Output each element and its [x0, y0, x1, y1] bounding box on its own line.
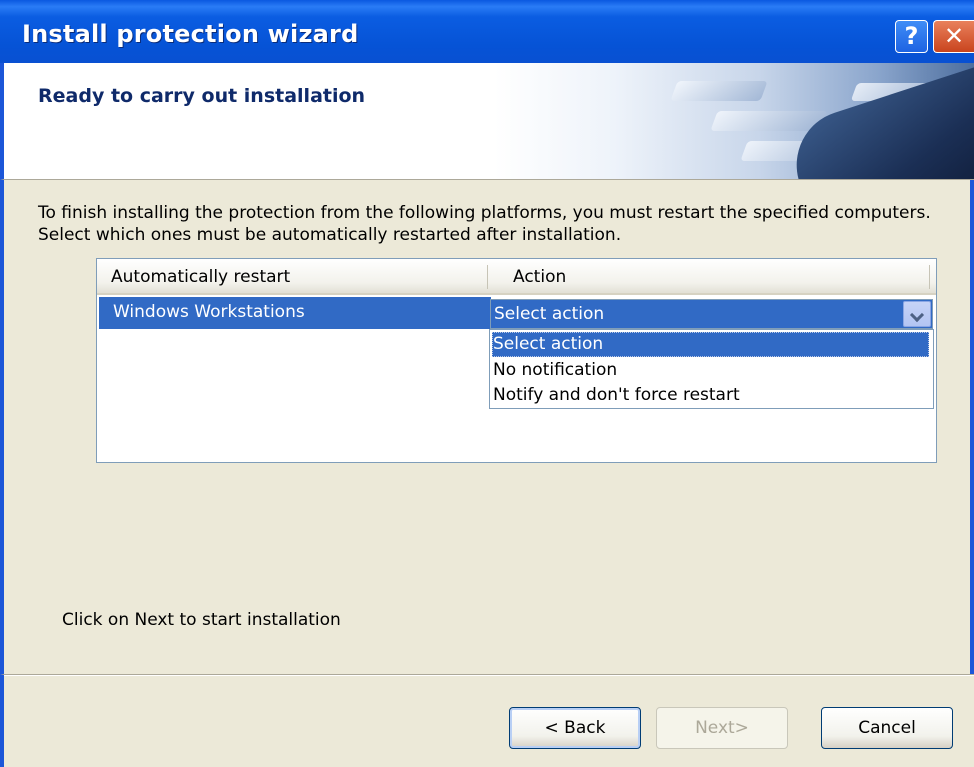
- help-icon: ?: [904, 22, 919, 50]
- page-title: Ready to carry out installation: [38, 85, 366, 107]
- divider: [4, 675, 974, 676]
- platform-list[interactable]: Automatically restart Action Windows Wor…: [96, 258, 937, 463]
- dropdown-option-select-action[interactable]: Select action: [492, 332, 929, 357]
- table-row[interactable]: Windows Workstations: [99, 297, 491, 329]
- column-header-action[interactable]: Action: [513, 267, 566, 287]
- action-dropdown-list: Select action No notification Notify and…: [489, 329, 934, 409]
- wizard-body: To finish installing the protection from…: [0, 180, 974, 674]
- dropdown-option-notify-no-force[interactable]: Notify and don't force restart: [492, 383, 929, 408]
- column-divider[interactable]: [929, 265, 930, 289]
- intro-text: To finish installing the protection from…: [38, 203, 931, 245]
- list-header: Automatically restart Action: [97, 259, 936, 295]
- chevron-down-icon[interactable]: [903, 301, 931, 327]
- action-select-value: Select action: [494, 304, 605, 324]
- dropdown-option-no-notification[interactable]: No notification: [492, 358, 929, 383]
- column-divider[interactable]: [487, 265, 488, 289]
- help-button[interactable]: ?: [895, 20, 928, 53]
- close-icon: ✕: [943, 22, 965, 50]
- next-instruction: Click on Next to start installation: [62, 610, 341, 630]
- cancel-button[interactable]: Cancel: [821, 707, 953, 749]
- button-bar: < Back Next> Cancel: [0, 674, 974, 767]
- header-keyboard-image: [494, 63, 974, 179]
- next-button[interactable]: Next>: [656, 707, 788, 749]
- wizard-header: Ready to carry out installation: [0, 63, 974, 180]
- column-header-restart[interactable]: Automatically restart: [111, 267, 290, 287]
- window-title: Install protection wizard: [22, 20, 359, 48]
- close-button[interactable]: ✕: [933, 20, 974, 53]
- back-button[interactable]: < Back: [509, 707, 641, 749]
- action-select[interactable]: Select action: [490, 299, 933, 329]
